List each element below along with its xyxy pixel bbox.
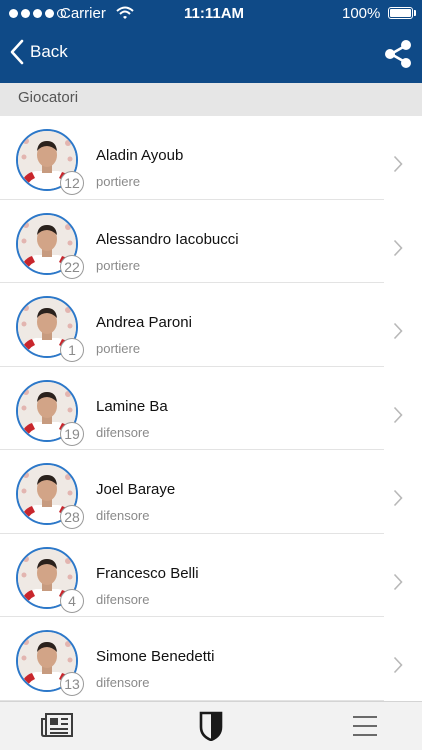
player-row[interactable]: 28 Joel Baraye difensore (0, 450, 422, 534)
chevron-right-icon (393, 656, 403, 679)
chevron-left-icon (10, 39, 24, 65)
player-avatar-wrap: 12 (16, 129, 84, 195)
shield-icon (199, 711, 223, 745)
player-role: difensore (96, 591, 150, 607)
chevron-right-icon (393, 155, 403, 178)
player-avatar-wrap: 4 (16, 546, 84, 613)
player-row[interactable]: 13 Simone Benedetti difensore (0, 617, 422, 701)
player-avatar-wrap: 13 (16, 630, 84, 696)
chevron-right-icon (393, 406, 403, 429)
wifi-icon (116, 6, 134, 24)
player-row[interactable]: 4 Francesco Belli difensore (0, 534, 422, 617)
jersey-number-badge: 28 (60, 505, 84, 529)
player-avatar-wrap: 19 (16, 379, 84, 446)
jersey-number-badge: 4 (60, 588, 84, 613)
status-bar: Carrier 11:11AM 100% (0, 0, 422, 28)
chevron-right-icon (393, 489, 403, 512)
player-row[interactable]: 22 Alessandro Iacobucci portiere (0, 200, 422, 283)
back-label: Back (30, 42, 68, 61)
top-bar: Carrier 11:11AM 100% Back (0, 0, 422, 83)
share-button[interactable] (383, 39, 413, 74)
jersey-number-badge: 19 (60, 421, 84, 446)
player-role: portiere (96, 341, 141, 356)
tab-news[interactable] (41, 713, 73, 742)
player-name: Francesco Belli (96, 564, 199, 582)
tab-players[interactable] (199, 711, 223, 746)
player-role: difensore (96, 675, 150, 690)
section-title: Giocatori (18, 89, 79, 106)
player-name: Andrea Paroni (96, 314, 192, 331)
tab-bar (0, 701, 422, 750)
player-role: difensore (96, 424, 150, 440)
player-role: portiere (96, 174, 141, 189)
navigation-bar: Back (0, 28, 422, 83)
chevron-right-icon (393, 322, 403, 345)
menu-icon (353, 716, 377, 741)
carrier-label: Carrier (60, 5, 106, 22)
share-icon (383, 40, 413, 73)
player-name: Lamine Ba (96, 397, 168, 415)
jersey-number-badge: 22 (60, 254, 84, 279)
player-name: Alessandro Iacobucci (96, 230, 239, 248)
battery-icon (388, 7, 413, 19)
signal-strength-icon (9, 9, 66, 18)
tab-menu[interactable] (353, 715, 377, 742)
chevron-right-icon (393, 239, 403, 262)
player-row[interactable]: 19 Lamine Ba difensore (0, 367, 422, 450)
chevron-right-icon (393, 573, 403, 596)
back-button[interactable]: Back (10, 39, 68, 65)
player-row[interactable]: 12 Aladin Ayoub portiere (0, 116, 422, 200)
player-name: Simone Benedetti (96, 648, 215, 665)
battery-tip (414, 10, 416, 16)
player-avatar-wrap: 28 (16, 463, 84, 529)
player-role: difensore (96, 508, 150, 523)
players-list: 12 Aladin Ayoub portiere 22 Alessandro I… (0, 116, 422, 701)
player-row[interactable]: 1 Andrea Paroni portiere (0, 283, 422, 367)
player-name: Joel Baraye (96, 481, 176, 498)
player-name: Aladin Ayoub (96, 147, 184, 164)
jersey-number-badge: 13 (60, 672, 84, 696)
jersey-number-badge: 1 (60, 338, 84, 362)
battery-percentage: 100% (342, 5, 381, 22)
player-avatar-wrap: 22 (16, 212, 84, 279)
player-avatar-wrap: 1 (16, 296, 84, 362)
jersey-number-badge: 12 (60, 171, 84, 195)
clock: 11:11AM (184, 5, 245, 22)
news-icon (41, 713, 73, 741)
player-role: portiere (96, 257, 141, 273)
section-header: Giocatori (0, 83, 422, 116)
